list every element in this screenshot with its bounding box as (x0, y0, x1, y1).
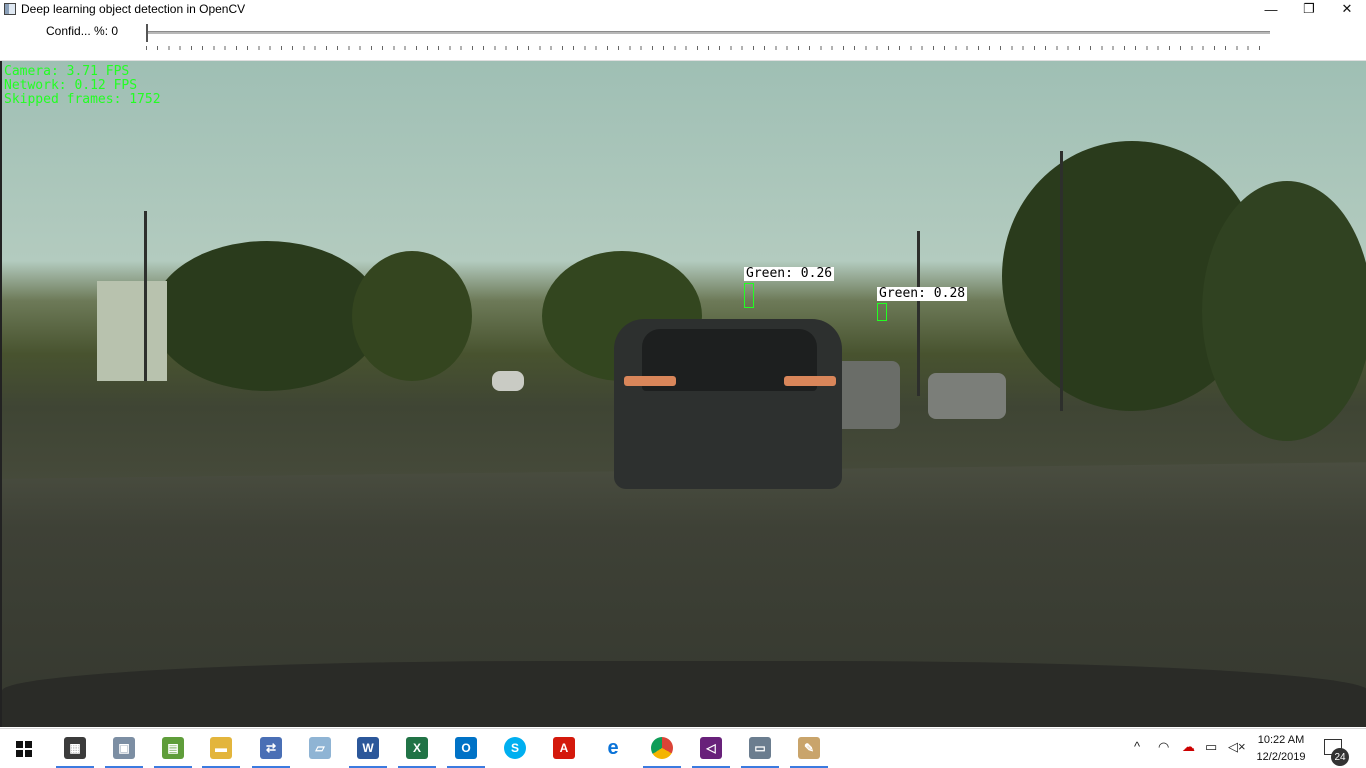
system-clock[interactable]: 10:22 AM 12/2/2019 (1250, 732, 1312, 766)
edge-icon[interactable]: e (602, 737, 624, 759)
window-title-bar[interactable]: Deep learning object detection in OpenCV… (0, 0, 1366, 18)
minimize-button[interactable]: — (1252, 0, 1290, 18)
trackbar-ticks (146, 46, 1270, 50)
onedrive-error-icon[interactable]: ☁ (1182, 739, 1195, 755)
taskbar: ▦ ▣ ▤ ▬ ⇄ ▱ W X O S A e ◁ ▭ ✎ ^ ◠ ☁ ▭ ◁×… (0, 728, 1366, 768)
battery-icon[interactable]: ▭ (1205, 739, 1217, 755)
street-light-pole (917, 231, 920, 396)
excel-icon[interactable]: X (406, 737, 428, 759)
show-hidden-icons-icon[interactable]: ^ (1134, 739, 1140, 754)
minimize-icon: — (1264, 1, 1278, 17)
camera-fps-text: Camera: 3.71 FPS (4, 64, 130, 79)
image-viewer-icon[interactable]: ▣ (113, 737, 135, 759)
window-title: Deep learning object detection in OpenCV (21, 2, 246, 16)
dashboard (2, 661, 1366, 727)
detection-box (877, 303, 887, 321)
network-tool-icon[interactable]: ⇄ (260, 737, 282, 759)
volume-muted-icon[interactable]: ◁× (1228, 739, 1246, 755)
taillight-left (624, 376, 676, 386)
clock-date: 12/2/2019 (1256, 751, 1306, 763)
calculator-icon[interactable]: ▦ (64, 737, 86, 759)
taillight-right (784, 376, 836, 386)
tree (1202, 181, 1366, 441)
opencv-window-icon[interactable]: ▭ (749, 737, 771, 759)
restore-button[interactable]: ❐ (1290, 0, 1328, 18)
close-icon: ✕ (1341, 1, 1353, 16)
street-light-pole (1060, 151, 1063, 411)
detection-box (744, 283, 754, 308)
wifi-icon[interactable]: ◠ (1158, 739, 1169, 755)
building (97, 281, 167, 381)
skipped-frames-text: Skipped frames: 1752 (4, 92, 161, 107)
car-distant (492, 371, 524, 391)
project-icon[interactable]: ▤ (162, 737, 184, 759)
close-button[interactable]: ✕ (1328, 0, 1366, 18)
confidence-trackbar[interactable] (146, 31, 1270, 34)
word-icon[interactable]: W (357, 737, 379, 759)
tree (352, 251, 472, 381)
notification-count-badge: 24 (1331, 748, 1349, 766)
paint-icon[interactable]: ✎ (798, 737, 820, 759)
video-frame: Camera: 3.71 FPS Network: 0.12 FPS Skipp… (0, 61, 1366, 727)
network-fps-text: Network: 0.12 FPS (4, 78, 138, 93)
detection-label: Green: 0.28 (877, 286, 968, 301)
skype-icon[interactable]: S (504, 737, 526, 759)
visual-studio-icon[interactable]: ◁ (700, 737, 722, 759)
outlook-icon[interactable]: O (455, 737, 477, 759)
start-button[interactable] (16, 741, 32, 757)
notes-icon[interactable]: ▱ (309, 737, 331, 759)
confidence-trackbar-label: Confid... %: 0 (46, 24, 119, 38)
app-window-icon (4, 3, 16, 15)
confidence-trackbar-panel: Confid... %: 0 (0, 18, 1366, 61)
street-light-pole (144, 211, 147, 381)
confidence-trackbar-thumb[interactable] (146, 24, 148, 42)
clock-time: 10:22 AM (1257, 734, 1305, 746)
acrobat-icon[interactable]: A (553, 737, 575, 759)
car-parked (928, 373, 1006, 419)
chrome-icon[interactable] (651, 737, 673, 759)
restore-icon: ❐ (1303, 1, 1315, 16)
file-explorer-icon[interactable]: ▬ (210, 737, 232, 759)
detection-label: Green: 0.26 (744, 266, 835, 281)
tree (152, 241, 382, 391)
